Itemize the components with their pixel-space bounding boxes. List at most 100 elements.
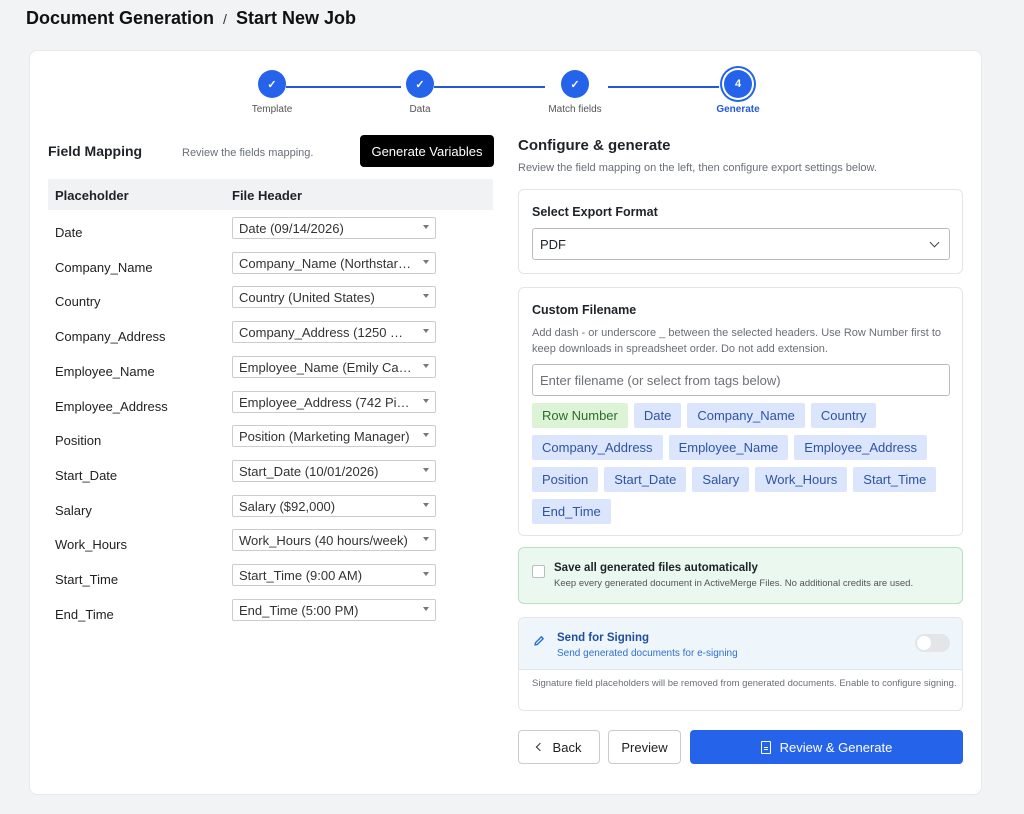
field-mapping-title: Field Mapping [48,143,143,159]
tag-company-name[interactable]: Company_Name [687,403,805,428]
caret-down-icon [423,537,429,542]
export-format-select[interactable]: PDF [532,228,950,260]
mapping-table-header: Placeholder File Header [48,179,493,210]
placeholder-name: Start_Date [55,467,118,483]
select-value: Start_Time (9:00 AM) [239,568,363,583]
main-card: ✓ Template ✓ Data ✓ Match fields 4 Gener… [29,50,982,795]
select-value: Work_Hours (40 hours/week) [239,533,408,549]
placeholder-name: Work_Hours [55,537,128,553]
filename-input[interactable] [532,364,950,396]
mapping-row: Country Country (United States) [48,286,493,320]
check-icon: ✓ [258,70,286,98]
configure-subtitle: Review the field mapping on the left, th… [518,162,877,174]
select-value: Country (United States) [239,290,375,306]
mapping-row: Employee_Address Employee_Address (742 P… [48,390,493,425]
mapping-row: Salary Salary ($92,000) [48,494,493,529]
file-header-select[interactable]: Salary ($92,000) [232,494,436,517]
tag-salary[interactable]: Salary [692,467,750,492]
tag-company-address[interactable]: Company_Address [532,435,663,460]
file-header-select[interactable]: Work_Hours (40 hours/week) [232,529,436,552]
file-header-select[interactable]: Employee_Address (742 Pine... [232,390,436,413]
step-generate[interactable]: 4 Generate [678,70,798,115]
caret-down-icon [423,225,429,229]
placeholder-name: Employee_Name [55,363,155,379]
signing-header: Send for Signing Send generated document… [519,618,962,670]
generate-variables-button[interactable]: Generate Variables [360,135,494,167]
step-label: Data [409,104,431,115]
placeholder-name: Employee_Address [55,398,168,414]
placeholder-name: Date [55,225,83,240]
preview-button[interactable]: Preview [608,730,681,764]
signing-subtitle: Send generated documents for e-signing [557,648,738,659]
tag-row-number[interactable]: Row Number [532,403,628,428]
export-format-panel: Select Export Format PDF [518,189,963,274]
header-tags: Row Number Date Company_Name Country Com… [532,403,957,531]
back-label: Back [552,739,582,755]
caret-down-icon [423,606,429,611]
custom-filename-description: Add dash - or underscore _ between the s… [532,327,942,355]
signing-panel: Send for Signing Send generated document… [518,617,963,711]
file-header-select[interactable]: End_Time (5:00 PM) [232,598,436,621]
stepper: ✓ Template ✓ Data ✓ Match fields 4 Gener… [30,51,981,121]
file-header-select[interactable]: Company_Name (Northstar D... [232,251,436,274]
file-header-select[interactable]: Company_Address (1250 Mar... [232,321,436,344]
tag-position[interactable]: Position [532,467,599,492]
check-icon: ✓ [561,70,589,98]
mapping-row: Position Position (Marketing Manager) [48,425,493,459]
tag-date[interactable]: Date [633,403,682,428]
review-generate-button[interactable]: Review & Generate [690,730,963,764]
file-header-select[interactable]: Employee_Name (Emily Carter) [232,355,436,378]
step-data[interactable]: ✓ Data [360,70,480,115]
file-header-select[interactable]: Date (09/14/2026) [232,217,436,239]
mapping-row: Company_Name Company_Name (Northstar D..… [48,251,493,286]
signing-toggle[interactable] [915,634,950,652]
step-label: Generate [716,104,760,115]
step-template[interactable]: ✓ Template [212,70,332,115]
placeholder-name: Salary [55,502,92,518]
field-mapping-subtitle: Review the fields mapping. [182,147,314,159]
review-generate-label: Review & Generate [779,739,893,755]
caret-down-icon [423,398,429,403]
file-header-select[interactable]: Start_Time (9:00 AM) [232,564,436,586]
export-format-title: Select Export Format [532,205,658,219]
placeholder-name: Start_Time [55,572,119,587]
select-value: Company_Name (Northstar D... [239,255,422,271]
toggle-knob [917,636,931,650]
tag-country[interactable]: Country [810,403,877,428]
select-value: PDF [540,237,566,252]
page-title: Document Generation / Start New Job [26,8,356,29]
select-value: End_Time (5:00 PM) [239,602,359,618]
auto-save-checkbox[interactable] [532,565,545,578]
chevron-left-icon [535,742,544,752]
mapping-row: Start_Date Start_Date (10/01/2026) [48,459,493,494]
tag-work-hours[interactable]: Work_Hours [755,467,848,492]
configure-title: Configure & generate [518,137,671,154]
check-icon: ✓ [406,70,434,98]
mapping-row: Employee_Name Employee_Name (Emily Carte… [48,355,493,390]
mapping-row: Date Date (09/14/2026) [48,217,493,251]
select-value: Employee_Name (Emily Carter) [239,359,423,375]
tag-end-time[interactable]: End_Time [532,499,611,524]
select-value: Date (09/14/2026) [239,221,344,236]
step-match-fields[interactable]: ✓ Match fields [515,70,635,115]
column-header-file-header: File Header [232,188,303,203]
caret-down-icon [423,294,429,299]
breadcrumb-root[interactable]: Document Generation [26,8,214,28]
placeholder-name: Company_Address [55,329,166,345]
mapping-row: Work_Hours Work_Hours (40 hours/week) [48,529,493,563]
tag-start-date[interactable]: Start_Date [604,467,687,492]
back-button[interactable]: Back [518,730,600,764]
chevron-down-icon [929,237,940,248]
mapping-row: Start_Time Start_Time (9:00 AM) [48,564,493,598]
tag-employee-name[interactable]: Employee_Name [668,435,789,460]
tag-employee-address[interactable]: Employee_Address [794,435,928,460]
file-header-select[interactable]: Position (Marketing Manager) [232,425,436,448]
placeholder-name: End_Time [55,606,114,622]
caret-down-icon [423,572,429,576]
file-header-select[interactable]: Start_Date (10/01/2026) [232,459,436,482]
auto-save-title: Save all generated files automatically [554,562,758,574]
file-header-select[interactable]: Country (United States) [232,286,436,309]
tag-start-time[interactable]: Start_Time [853,467,937,492]
column-header-placeholder: Placeholder [55,188,129,203]
select-value: Start_Date (10/01/2026) [239,463,379,479]
